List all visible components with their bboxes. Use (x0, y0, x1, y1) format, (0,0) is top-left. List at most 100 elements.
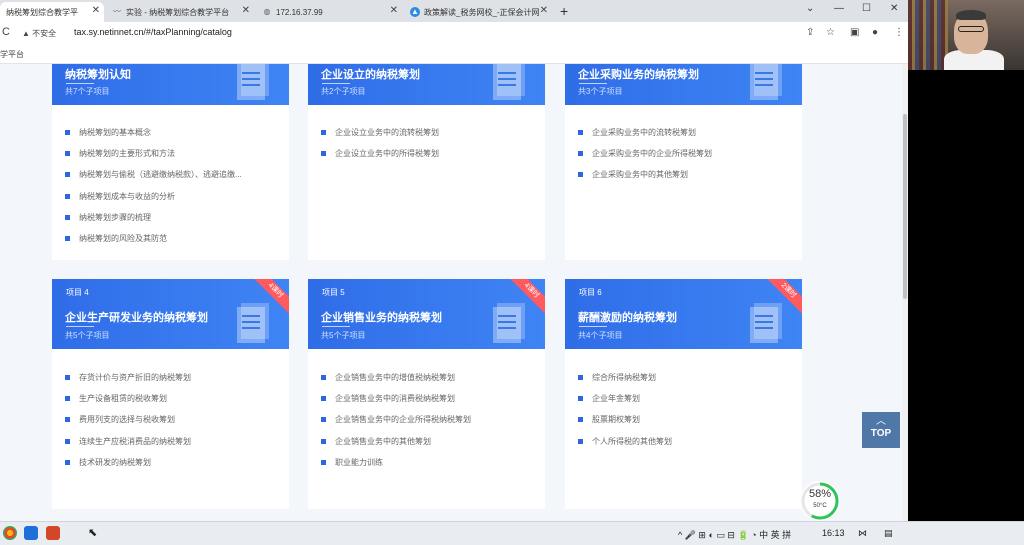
powerpoint-icon[interactable] (46, 526, 60, 540)
menu-icon[interactable]: ⋮ (894, 27, 904, 38)
close-icon[interactable]: ✕ (92, 5, 100, 16)
bullet-icon (578, 172, 583, 178)
title-underline (66, 83, 94, 84)
project-card-2[interactable]: 企业设立的纳税筹划 共2个子项目 企业设立业务中的流转税筹划 企业设立业务中的所… (308, 64, 545, 260)
maximize-button[interactable]: ☐ (862, 3, 871, 14)
project-title: 纳税筹划认知 (65, 69, 131, 81)
list-item[interactable]: 企业采购业务中的企业所得税筹划 (578, 143, 712, 164)
list-item[interactable]: 职业能力训练 (321, 452, 471, 473)
system-tray[interactable]: ^ 🎤 ⊞ ◐ ▭ ⊟ 🔋 ◔ 中 英 拼 (678, 528, 791, 541)
item-label: 技术研发的纳税筹划 (79, 457, 151, 467)
tab-2[interactable]: 〰 实验 - 纳税筹划综合教学平台 ✕ (106, 2, 254, 22)
bullet-icon (65, 130, 70, 136)
tab-search-icon[interactable]: ⌄ (806, 3, 814, 14)
list-item[interactable]: 企业设立业务中的所得税筹划 (321, 143, 439, 164)
list-item[interactable]: 费用列支的选择与税收筹划 (65, 409, 191, 430)
list-item[interactable]: 企业销售业务中的增值税纳税筹划 (321, 367, 471, 388)
project-card-4[interactable]: 项目 4 企业生产研发业务的纳税筹划 共5个子项目 4课时 存货计价与资产折旧的… (52, 279, 289, 509)
list-item[interactable]: 生产设备租赁的税收筹划 (65, 388, 191, 409)
project-header: 企业采购业务的纳税筹划 共3个子项目 (565, 64, 802, 105)
subproject-count: 共7个子项目 (65, 87, 110, 96)
tab-title: 政策解读_税务网校_-正保会计网 (424, 7, 540, 17)
list-item[interactable]: 纳税筹划与偷税（逃避缴纳税款）、逃避追缴... (65, 164, 242, 185)
screen: 纳税筹划综合教学平 ✕ 〰 实验 - 纳税筹划综合教学平台 ✕ ◍ 172.16… (0, 0, 1024, 545)
bullet-icon (65, 438, 70, 444)
item-label: 纳税筹划的基本概念 (79, 128, 151, 138)
bullet-icon (321, 459, 326, 465)
project-card-6[interactable]: 项目 6 薪酬激励的纳税筹划 共4个子项目 2课时 综合所得纳税筹划 企业年金筹… (565, 279, 802, 509)
list-item[interactable]: 企业销售业务中的其他筹划 (321, 431, 471, 452)
list-item[interactable]: 纳税筹划的风险及其防范 (65, 228, 242, 249)
close-icon[interactable]: ✕ (242, 5, 250, 16)
subproject-count: 共4个子项目 (578, 331, 623, 340)
list-item[interactable]: 纳税筹划的主要形式和方法 (65, 143, 242, 164)
bullet-icon (321, 375, 326, 381)
list-item[interactable]: 存货计价与资产折旧的纳税筹划 (65, 367, 191, 388)
list-item[interactable]: 个人所得税的其他筹划 (578, 431, 672, 452)
list-item[interactable]: 纳税筹划的基本概念 (65, 122, 242, 143)
chrome-icon[interactable] (3, 526, 17, 540)
project-title: 企业生产研发业务的纳税筹划 (65, 312, 208, 324)
scroll-thumb[interactable] (903, 114, 907, 299)
new-tab-button[interactable]: + (560, 3, 568, 19)
subproject-list: 纳税筹划的基本概念 纳税筹划的主要形式和方法 纳税筹划与偷税（逃避缴纳税款）、逃… (65, 122, 242, 249)
list-item[interactable]: 企业年金筹划 (578, 388, 672, 409)
subproject-list: 企业销售业务中的增值税纳税筹划 企业销售业务中的消费税纳税筹划 企业销售业务中的… (321, 367, 471, 473)
bookmark-item[interactable]: 学平台 (0, 49, 24, 60)
memory-percent: 58% (808, 488, 832, 500)
performance-widget[interactable]: 58% 50°C (800, 481, 840, 521)
tab-1[interactable]: 纳税筹划综合教学平 ✕ (0, 2, 104, 22)
item-label: 存货计价与资产折旧的纳税筹划 (79, 373, 191, 383)
reload-icon[interactable]: C (2, 26, 10, 38)
tab-3[interactable]: ◍ 172.16.37.99 ✕ (256, 2, 402, 22)
item-label: 企业销售业务中的增值税纳税筹划 (335, 373, 455, 383)
list-item[interactable]: 连续生产应税消费品的纳税筹划 (65, 431, 191, 452)
side-panel-icon[interactable]: ▣ (850, 27, 859, 38)
share-icon[interactable]: ⇪ (806, 27, 814, 38)
item-label: 企业设立业务中的所得税筹划 (335, 149, 439, 159)
profile-icon[interactable]: ● (872, 27, 878, 38)
list-item[interactable]: 股票期权筹划 (578, 409, 672, 430)
url-field[interactable]: tax.sy.netinnet.cn/#/taxPlanning/catalog (74, 27, 232, 37)
bullet-icon (65, 151, 70, 157)
list-item[interactable]: 综合所得纳税筹划 (578, 367, 672, 388)
close-window-button[interactable]: ✕ (890, 3, 898, 14)
project-card-3[interactable]: 企业采购业务的纳税筹划 共3个子项目 企业采购业务中的流转税筹划 企业采购业务中… (565, 64, 802, 260)
bullet-icon (65, 375, 70, 381)
scrollbar[interactable] (902, 64, 908, 521)
minimize-button[interactable]: — (834, 3, 844, 14)
bullet-icon (65, 193, 70, 199)
list-item[interactable]: 企业采购业务中的流转税筹划 (578, 122, 712, 143)
list-item[interactable]: 企业设立业务中的流转税筹划 (321, 122, 439, 143)
item-label: 纳税筹划的主要形式和方法 (79, 149, 175, 159)
subproject-list: 企业采购业务中的流转税筹划 企业采购业务中的企业所得税筹划 企业采购业务中的其他… (578, 122, 712, 186)
close-icon[interactable]: ✕ (540, 5, 548, 16)
back-to-top-button[interactable]: ︿ TOP (862, 412, 900, 448)
project-card-5[interactable]: 项目 5 企业销售业务的纳税筹划 共5个子项目 4课时 企业销售业务中的增值税纳… (308, 279, 545, 509)
address-bar: C ▲ 不安全 tax.sy.netinnet.cn/#/taxPlanning… (0, 22, 908, 44)
list-item[interactable]: 企业销售业务中的消费税纳税筹划 (321, 388, 471, 409)
clock[interactable]: 16:13 (822, 528, 845, 538)
project-number: 项目 5 (322, 288, 345, 297)
browser-window: 纳税筹划综合教学平 ✕ 〰 实验 - 纳税筹划综合教学平台 ✕ ◍ 172.16… (0, 0, 908, 521)
input-method-icon[interactable]: ⋈ (858, 528, 867, 539)
notification-icon[interactable]: ▤ (884, 528, 893, 539)
cpu-temp: 50°C (813, 503, 827, 509)
item-label: 企业采购业务中的其他筹划 (592, 170, 688, 180)
progress-ring-icon (801, 482, 839, 520)
subproject-list: 综合所得纳税筹划 企业年金筹划 股票期权筹划 个人所得税的其他筹划 (578, 367, 672, 452)
bookmark-star-icon[interactable]: ☆ (826, 27, 835, 38)
close-icon[interactable]: ✕ (390, 5, 398, 16)
list-item[interactable]: 纳税筹划步骤的梳理 (65, 207, 242, 228)
list-item[interactable]: 技术研发的纳税筹划 (65, 452, 191, 473)
app-icon[interactable] (24, 526, 38, 540)
bookmark-bar: 学平台 (0, 44, 908, 64)
project-number: 项目 4 (66, 288, 89, 297)
item-label: 企业销售业务中的其他筹划 (335, 436, 431, 446)
security-indicator[interactable]: ▲ 不安全 (22, 28, 56, 39)
list-item[interactable]: 企业销售业务中的企业所得税纳税筹划 (321, 409, 471, 430)
project-card-1[interactable]: 纳税筹划认知 共7个子项目 纳税筹划的基本概念 纳税筹划的主要形式和方法 纳税筹… (52, 64, 289, 260)
list-item[interactable]: 纳税筹划成本与收益的分析 (65, 186, 242, 207)
tab-4[interactable]: ▲ 政策解读_税务网校_-正保会计网 ✕ (404, 2, 552, 22)
list-item[interactable]: 企业采购业务中的其他筹划 (578, 164, 712, 185)
